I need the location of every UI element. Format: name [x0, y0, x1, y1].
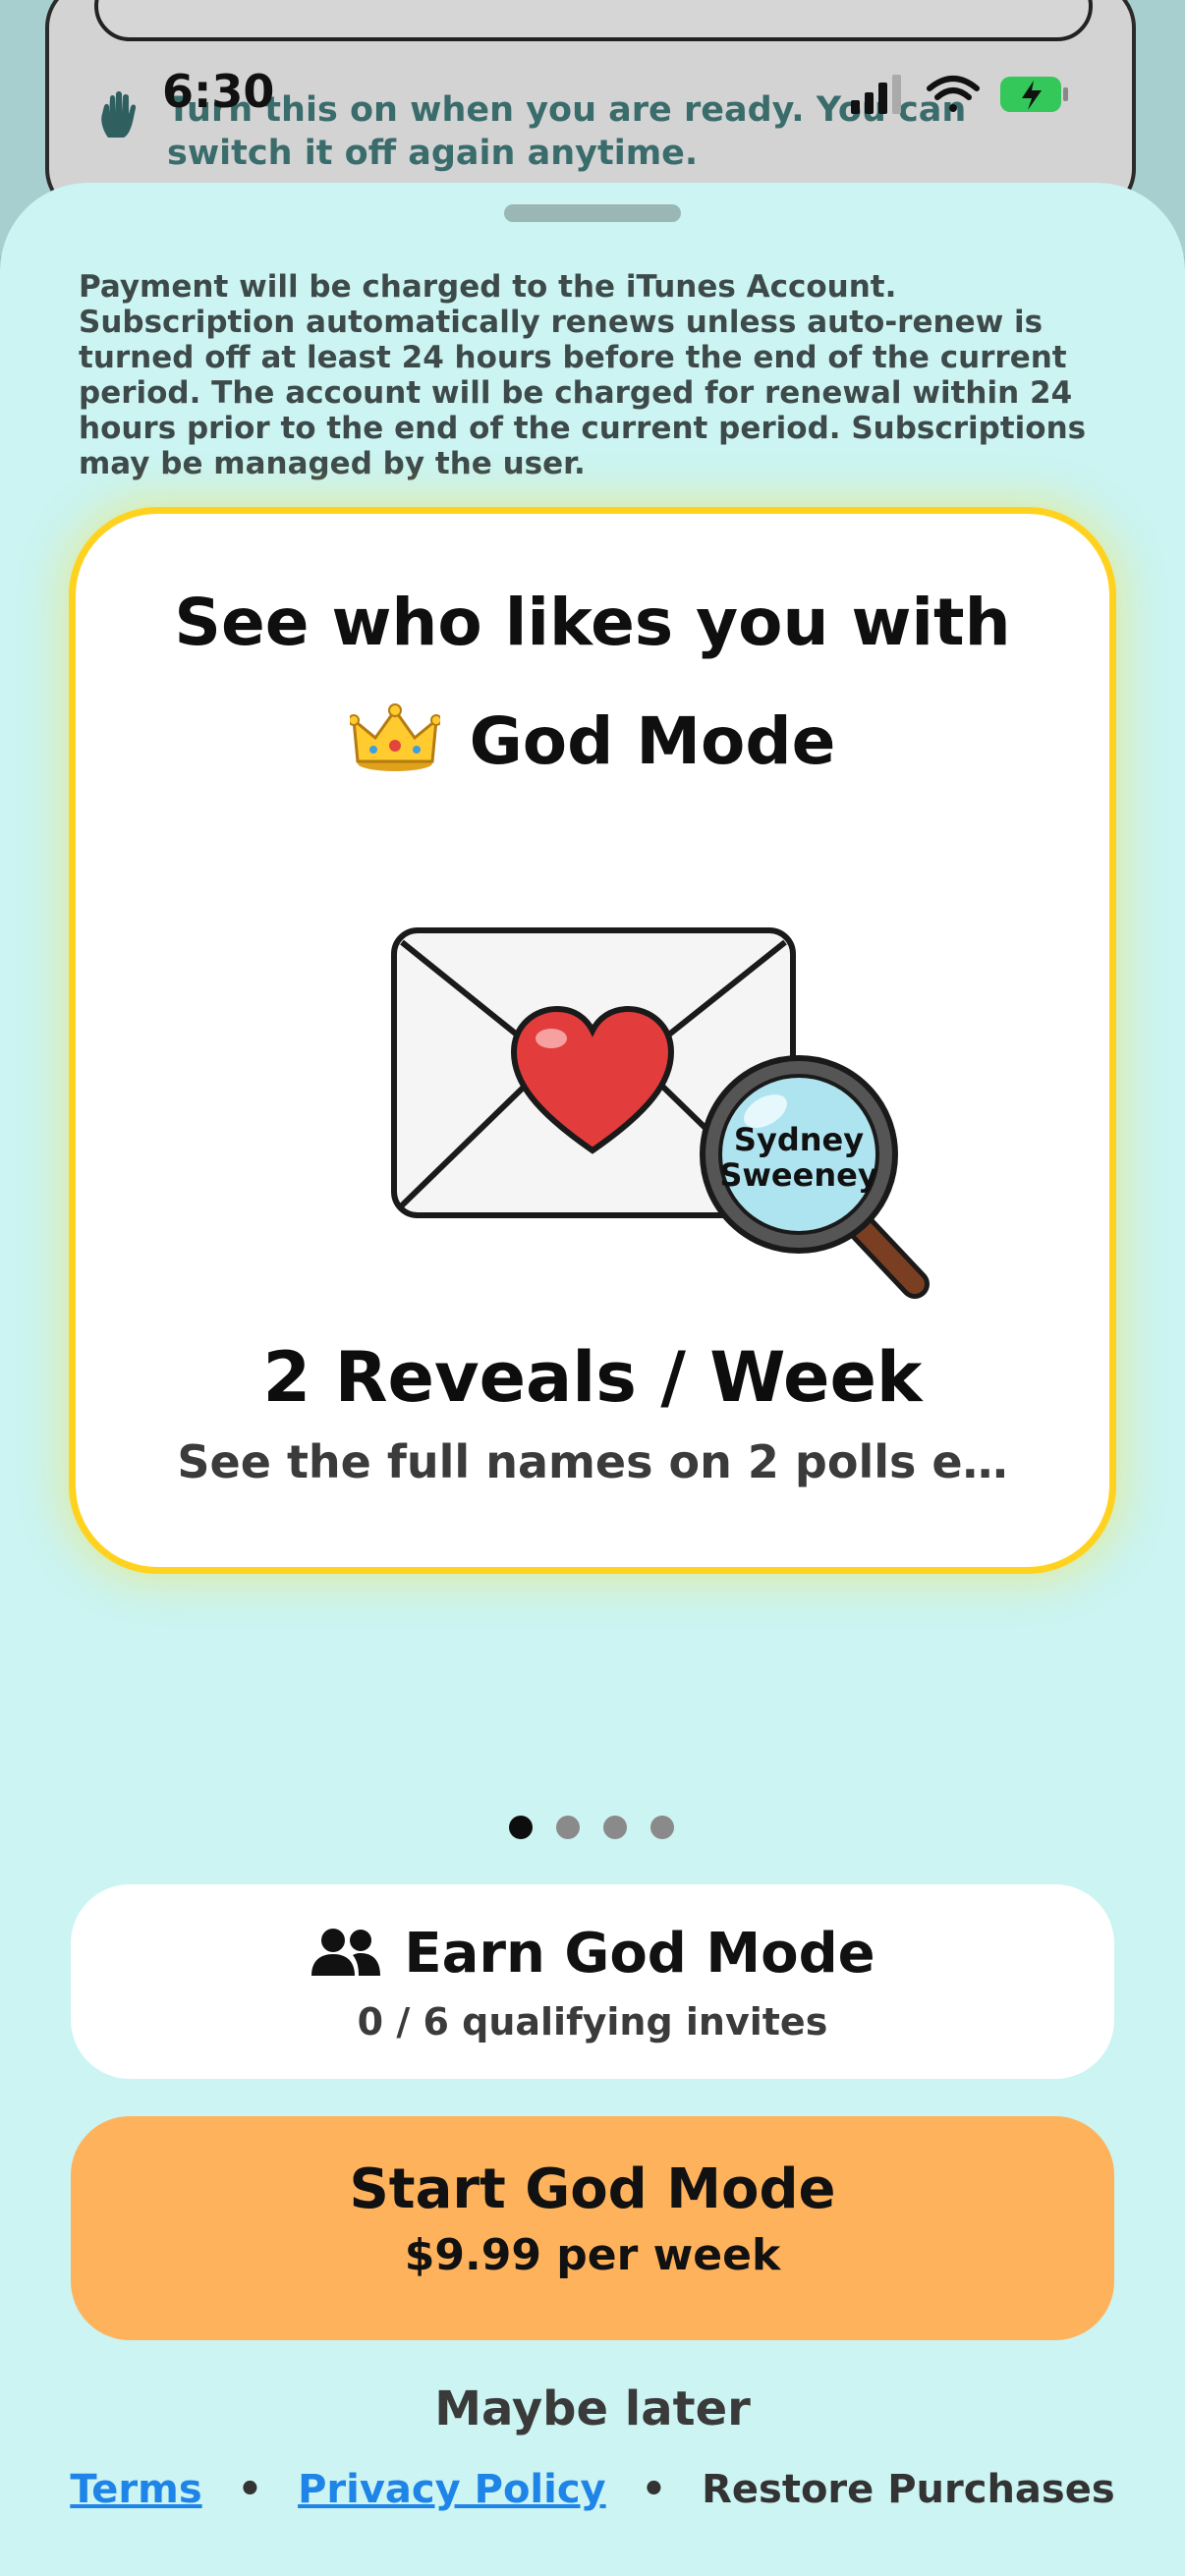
- wifi-icon: [927, 76, 980, 112]
- pager-dot-1[interactable]: [509, 1816, 533, 1839]
- pager-dot-2[interactable]: [556, 1816, 580, 1839]
- magnifier-name-line2: Sweeney: [719, 1156, 878, 1194]
- maybe-later-button[interactable]: Maybe later: [0, 2381, 1185, 2436]
- envelope-magnifier-illustration: Sydney Sweeney: [391, 927, 930, 1299]
- earn-progress: 0 / 6 qualifying invites: [357, 2000, 828, 2044]
- terms-link[interactable]: Terms: [70, 2467, 201, 2512]
- sheet-grabber[interactable]: [504, 204, 681, 222]
- magnifier-name-line1: Sydney: [734, 1121, 864, 1158]
- card-title-line1: See who likes you with: [174, 585, 1011, 660]
- hand-icon: [101, 91, 137, 138]
- restore-purchases-link[interactable]: Restore Purchases: [702, 2467, 1115, 2512]
- battery-icon: [1000, 77, 1068, 112]
- legal-text: Payment will be charged to the iTunes Ac…: [79, 269, 1087, 481]
- background-input: [94, 0, 1093, 41]
- earn-title-label: Earn God Mode: [404, 1922, 875, 1986]
- footer-separator: •: [237, 2467, 263, 2512]
- crown-icon: [349, 703, 440, 771]
- privacy-policy-link[interactable]: Privacy Policy: [298, 2467, 606, 2512]
- pager-dots[interactable]: [509, 1816, 686, 1841]
- pager-dot-4[interactable]: [650, 1816, 674, 1839]
- footer-links: Terms • Privacy Policy • Restore Purchas…: [0, 2467, 1185, 2512]
- status-time: 6:30: [162, 65, 275, 118]
- earn-god-mode-button[interactable]: Earn God Mode 0 / 6 qualifying invites: [71, 1884, 1114, 2079]
- feature-card[interactable]: See who likes you with God Mode Sydney S…: [69, 507, 1116, 1574]
- pager-dot-3[interactable]: [603, 1816, 627, 1839]
- start-god-mode-button[interactable]: Start God Mode $9.99 per week: [71, 2116, 1114, 2340]
- status-icons: [851, 75, 1068, 114]
- signal-icon: [851, 75, 901, 114]
- paywall-sheet: Payment will be charged to the iTunes Ac…: [0, 183, 1185, 2576]
- god-mode-label: God Mode: [469, 703, 836, 779]
- people-icon: [311, 1929, 381, 1976]
- card-title-line2: God Mode: [76, 702, 1109, 779]
- footer-separator: •: [641, 2467, 667, 2512]
- cta-title: Start God Mode: [349, 2157, 836, 2221]
- cta-price: $9.99 per week: [404, 2230, 781, 2280]
- earn-title: Earn God Mode: [71, 1922, 1114, 1986]
- magnifier-icon: Sydney Sweeney: [700, 1055, 930, 1299]
- reveals-subtitle: See the full names on 2 polls e…: [177, 1435, 1008, 1488]
- reveals-headline: 2 Reveals / Week: [262, 1337, 923, 1418]
